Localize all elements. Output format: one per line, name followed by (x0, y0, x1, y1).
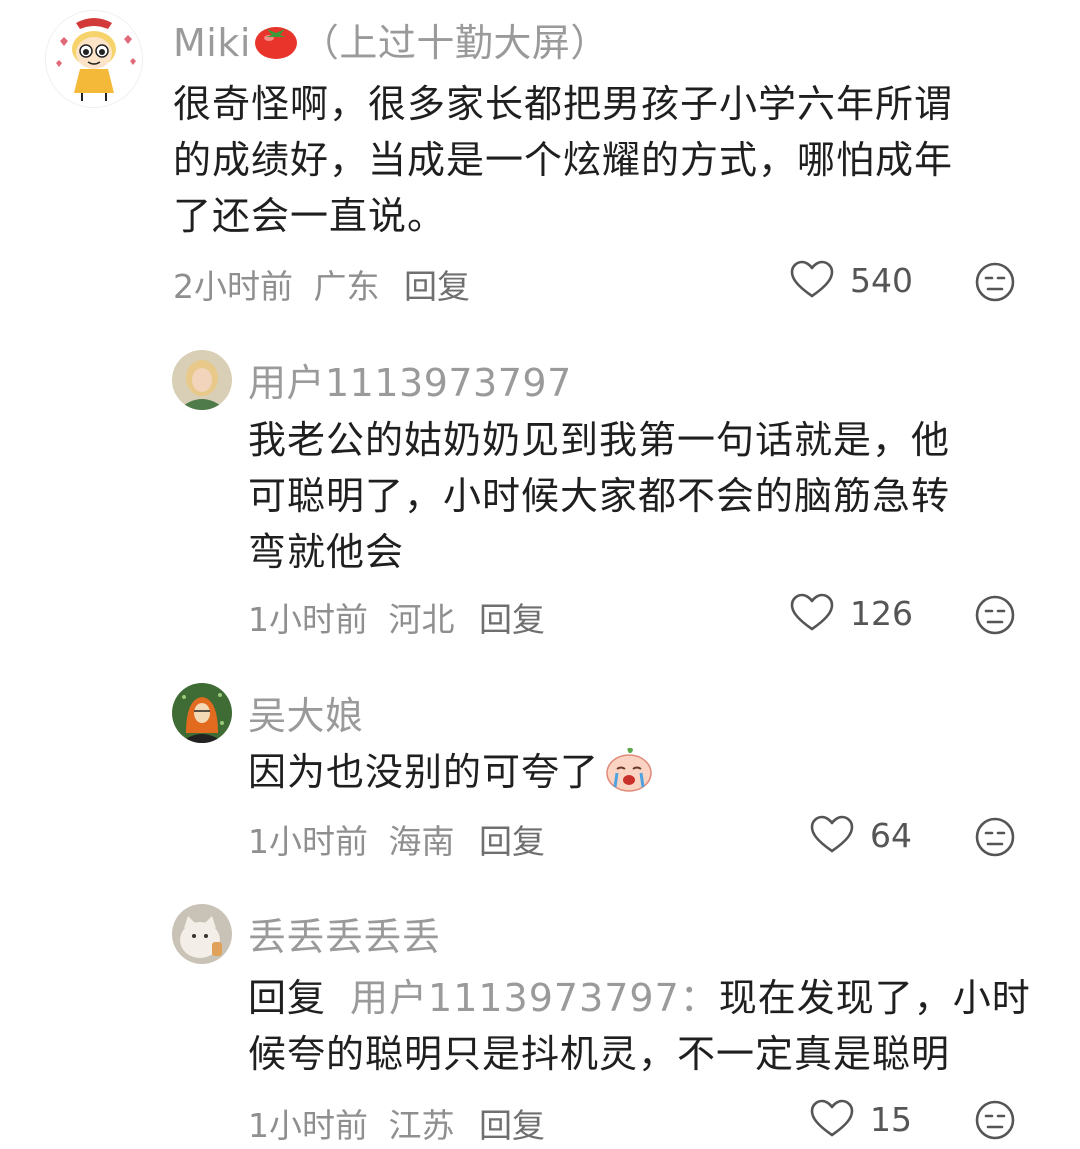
crying-peach-sticker-icon (603, 747, 655, 808)
avatar[interactable] (172, 904, 232, 964)
like-count: 540 (850, 260, 913, 300)
reply-target-user[interactable]: 用户1113973797： (350, 976, 719, 1020)
comment-author-name[interactable]: Miki （上过十勤大屏） (173, 12, 609, 69)
comment-text: 回复 用户1113973797：现在发现了，小时 候夸的聪明只是抖机灵，不一定真是… (248, 976, 1031, 1076)
meh-face-icon[interactable] (975, 817, 1015, 857)
heart-outline-icon (810, 1099, 854, 1137)
avatar[interactable] (45, 10, 143, 108)
reply-button[interactable]: 回复 (479, 1106, 545, 1145)
tomato-icon (251, 20, 301, 69)
like-count: 15 (870, 1099, 912, 1139)
like-count: 64 (870, 815, 912, 855)
meh-face-icon[interactable] (975, 262, 1015, 302)
cat-photo-avatar-icon (172, 904, 232, 964)
avatar[interactable] (172, 683, 232, 743)
like-count: 126 (850, 593, 913, 633)
reply-prefix: 回复 (248, 976, 327, 1020)
comment-meta: 1小时前 河北 回复 (248, 600, 545, 639)
like-button[interactable]: 64 (810, 815, 912, 855)
comment-author-name[interactable]: 吴大娘 (248, 685, 364, 740)
reply-button[interactable]: 回复 (479, 822, 545, 861)
comment-text: 很奇怪啊，很多家长都把男孩子小学六年所谓 的成绩好，当成是一个炫耀的方式，哪怕成… (173, 82, 954, 238)
comment-author-name[interactable]: 用户1113973797 (248, 352, 572, 407)
meh-face-icon[interactable] (975, 595, 1015, 635)
meh-face-icon[interactable] (975, 1100, 1015, 1140)
user-photo-avatar-icon (172, 350, 232, 410)
heart-outline-icon (790, 260, 834, 298)
reply-button[interactable]: 回复 (479, 600, 545, 639)
heart-outline-icon (810, 815, 854, 853)
like-button[interactable]: 540 (790, 260, 913, 300)
comment-meta: 2小时前 广东 回复 (173, 267, 470, 306)
avatar[interactable] (172, 350, 232, 410)
reply-button[interactable]: 回复 (404, 267, 470, 306)
comment-meta: 1小时前 海南 回复 (248, 822, 545, 861)
cartoon-girl-avatar-icon (46, 11, 142, 107)
like-button[interactable]: 126 (790, 593, 913, 633)
like-button[interactable]: 15 (810, 1099, 912, 1139)
heart-outline-icon (790, 593, 834, 631)
comment-meta: 1小时前 江苏 回复 (248, 1106, 545, 1145)
comment-author-name[interactable]: 丢丢丢丢丢 (248, 906, 441, 961)
cartoon-character-avatar-icon (172, 683, 232, 743)
comment-text: 我老公的姑奶奶见到我第一句话就是，他 可聪明了，小时候大家都不会的脑筋急转 弯就… (248, 418, 951, 574)
comment-text: 因为也没别的可夸了 (248, 744, 1048, 808)
